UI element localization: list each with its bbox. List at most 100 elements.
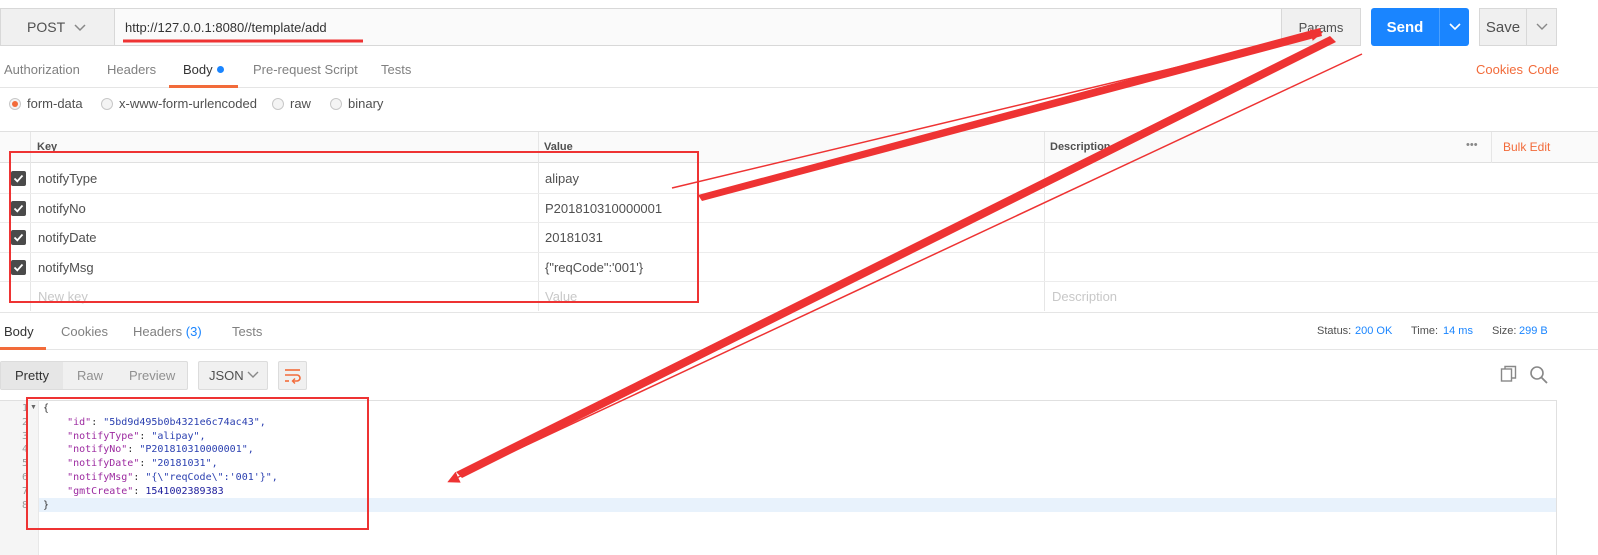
method-label: POST (27, 19, 66, 35)
cookies-link[interactable]: Cookies (1476, 54, 1523, 88)
param-key[interactable]: notifyDate (38, 230, 97, 245)
line-number: 8 (21, 499, 28, 511)
format-label: JSON (209, 368, 244, 383)
json-code: { "id": "5bd9d495b0b4321e6c74ac43", "not… (43, 403, 278, 511)
status-label: Status: (1317, 325, 1352, 337)
json-value: 1541002389383 (145, 485, 224, 497)
copy-icon[interactable] (1500, 365, 1518, 386)
radio-form-data[interactable]: form-data (9, 96, 83, 111)
tab-body-label: Body (183, 62, 213, 77)
json-key: "notifyType" (67, 430, 140, 442)
radio-urlencoded[interactable]: x-www-form-urlencoded (101, 96, 257, 111)
view-preview-button[interactable]: Preview (129, 368, 175, 383)
params-button[interactable]: Params (1281, 8, 1361, 46)
response-body-editor[interactable]: 1 2 3 4 5 6 7 8 ▼ { "id": "5bd9d495b0b43… (0, 400, 1557, 555)
view-raw-button[interactable]: Raw (77, 368, 103, 383)
table-row: notifyNo P201810310000001 (0, 194, 1598, 223)
radio-binary[interactable]: binary (330, 96, 383, 111)
table-row: notifyType alipay (0, 164, 1598, 194)
json-value: "5bd9d495b0b4321e6c74ac43", (103, 416, 266, 428)
chevron-down-icon (247, 371, 259, 378)
fold-arrow-icon[interactable]: ▼ (30, 404, 37, 411)
param-value[interactable]: 20181031 (545, 230, 603, 245)
bulk-edit-link[interactable]: Bulk Edit (1503, 140, 1550, 154)
checkmark-icon (13, 174, 24, 183)
line-number: 7 (21, 485, 28, 497)
format-select[interactable]: JSON (198, 361, 268, 390)
size-label: Size: (1492, 325, 1517, 337)
line-number: 2 (21, 416, 28, 428)
line-number: 5 (21, 458, 28, 470)
save-options-button[interactable] (1527, 8, 1557, 46)
status-value: 200 OK (1355, 325, 1393, 337)
param-key[interactable]: notifyNo (38, 201, 86, 216)
response-tabs: Body Cookies Headers (3) Tests Status: 2… (0, 312, 1598, 350)
wrap-lines-button[interactable] (278, 361, 307, 390)
headers-count: (3) (185, 324, 202, 339)
json-key: "notifyDate" (67, 458, 140, 470)
checkmark-icon (13, 204, 24, 213)
more-options-icon[interactable]: ••• (1466, 139, 1478, 151)
json-value: "alipay", (151, 430, 206, 442)
param-key[interactable]: notifyType (38, 171, 97, 186)
param-value[interactable]: {"reqCode":'001'} (545, 260, 643, 275)
radio-icon (101, 97, 113, 110)
view-pretty-button[interactable]: Pretty (1, 362, 63, 389)
wrap-lines-icon (285, 369, 301, 384)
radio-icon (272, 97, 284, 110)
response-tab-cookies[interactable]: Cookies (61, 313, 108, 350)
checkmark-icon (13, 233, 24, 242)
time-value: 14 ms (1443, 325, 1473, 337)
view-mode-group: Pretty Raw Preview (0, 361, 188, 390)
method-select[interactable]: POST (0, 8, 114, 46)
row-checkbox[interactable] (11, 200, 26, 216)
column-key: Key (37, 141, 58, 153)
radio-label: binary (348, 96, 384, 111)
line-number: 4 (21, 444, 28, 456)
chevron-down-icon (1448, 23, 1461, 31)
search-icon[interactable] (1529, 365, 1549, 388)
new-value-input[interactable]: Value (545, 289, 577, 304)
url-input[interactable]: http://127.0.0.1:8080//template/add (114, 8, 1282, 46)
response-tab-tests[interactable]: Tests (232, 313, 262, 350)
row-checkbox[interactable] (11, 259, 26, 275)
line-number: 6 (21, 472, 28, 483)
json-open-brace: { (43, 403, 50, 414)
send-options-button[interactable] (1439, 8, 1469, 46)
param-value[interactable]: P201810310000001 (545, 201, 662, 216)
json-value: "P201810310000001", (139, 444, 254, 456)
tab-headers[interactable]: Headers (107, 54, 156, 88)
radio-raw[interactable]: raw (272, 96, 311, 111)
modified-dot-icon (216, 66, 224, 73)
send-button[interactable]: Send (1371, 8, 1439, 46)
response-tab-headers[interactable]: Headers (3) (133, 313, 202, 350)
json-key: "notifyNo" (67, 444, 128, 456)
line-number: 1 (21, 403, 28, 414)
new-description-input[interactable]: Description (1052, 289, 1117, 304)
param-value[interactable]: alipay (545, 171, 579, 186)
json-value: "{\"reqCode\":'001'}", (145, 471, 278, 483)
tab-body[interactable]: Body (169, 54, 238, 88)
params-table-header: Key Value Description ••• Bulk Edit (0, 132, 1598, 163)
tab-authorization[interactable]: Authorization (4, 54, 80, 88)
save-button[interactable]: Save (1479, 8, 1527, 46)
response-tab-body[interactable]: Body (0, 313, 46, 350)
json-key: "id" (67, 416, 92, 428)
radio-icon (330, 97, 342, 110)
new-key-input[interactable]: New key (38, 289, 88, 304)
column-description: Description (1050, 141, 1111, 153)
tab-tests[interactable]: Tests (381, 54, 411, 88)
line-number-gutter: 1 2 3 4 5 6 7 8 ▼ (0, 401, 39, 555)
table-row: notifyDate 20181031 (0, 223, 1598, 253)
chevron-down-icon (74, 24, 86, 32)
radio-label: form-data (27, 96, 83, 111)
code-link[interactable]: Code (1528, 54, 1559, 88)
tab-prerequest-script[interactable]: Pre-request Script (253, 54, 358, 88)
row-checkbox[interactable] (11, 230, 26, 245)
radio-label: raw (290, 96, 311, 111)
radio-selected-icon (9, 97, 21, 110)
json-value: "20181031", (151, 458, 218, 470)
column-value: Value (544, 141, 573, 153)
row-checkbox[interactable] (11, 171, 26, 186)
param-key[interactable]: notifyMsg (38, 260, 94, 275)
